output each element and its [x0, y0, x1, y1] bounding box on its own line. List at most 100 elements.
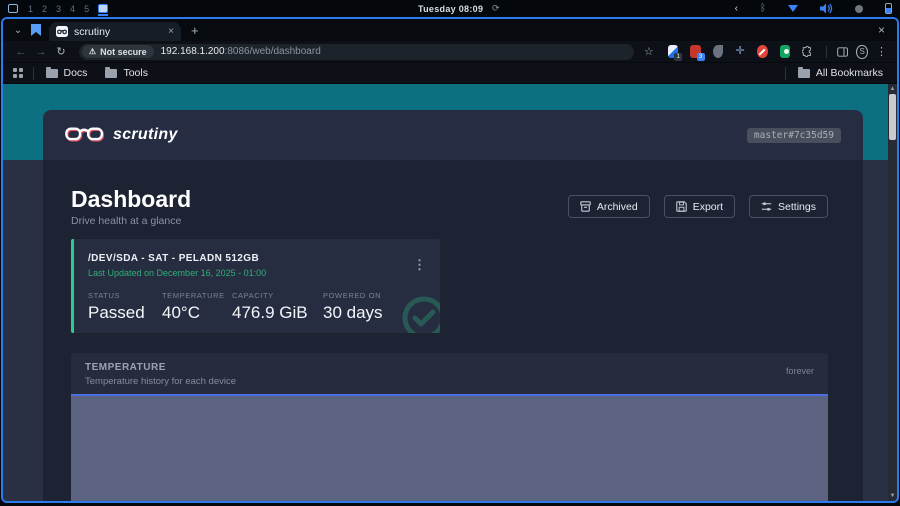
archived-label: Archived: [597, 201, 638, 213]
temperature-title: TEMPERATURE: [85, 362, 236, 373]
forward-icon[interactable]: →: [33, 46, 49, 58]
extension-icon-green[interactable]: [780, 45, 790, 58]
archive-icon: [580, 201, 591, 212]
bookmark-folder-docs[interactable]: Docs: [46, 67, 88, 79]
version-badge: master#7c35d59: [747, 128, 841, 143]
refresh-icon[interactable]: ⟳: [492, 3, 500, 14]
app-header: scrutiny master#7c35d59: [43, 110, 863, 160]
extension-badge-1: 1: [674, 53, 682, 61]
new-tab-icon[interactable]: +: [191, 23, 199, 38]
toolbar-actions: Archived Export: [568, 195, 828, 218]
window-close-icon[interactable]: ×: [878, 23, 885, 37]
temperature-panel: TEMPERATURE Temperature history for each…: [71, 353, 828, 501]
security-chip[interactable]: ⚠ Not secure: [82, 45, 154, 58]
bookmark-label: Tools: [123, 67, 148, 79]
bookmarks-divider: [785, 67, 786, 80]
browser-menu-icon[interactable]: ⋮: [876, 45, 887, 58]
stat-label: POWERED ON: [323, 291, 383, 300]
all-bookmarks[interactable]: All Bookmarks: [798, 67, 883, 79]
brand-name: scrutiny: [113, 126, 178, 144]
workspace-2[interactable]: 2: [42, 4, 47, 14]
status-circle-icon[interactable]: [855, 5, 863, 13]
stat-value-powered-on: 30 days: [323, 303, 383, 323]
extension-icon-blocker[interactable]: [757, 45, 767, 58]
device-stats: STATUS Passed TEMPERATURE 40°C CAPACITY …: [88, 291, 426, 323]
extension-badge-2: 3: [697, 53, 705, 61]
settings-label: Settings: [778, 201, 816, 213]
volume-icon[interactable]: [820, 3, 833, 14]
bookmark-label: Docs: [64, 67, 88, 79]
battery-icon[interactable]: [885, 3, 892, 14]
browser-window: ⌄ scrutiny × + × ← → ↻: [1, 17, 899, 503]
temperature-subtitle: Temperature history for each device: [85, 376, 236, 387]
tune-sliders-icon: [761, 201, 772, 212]
workspace-active-indicator[interactable]: [98, 4, 108, 13]
page-viewport: scrutiny master#7c35d59 Dashboard Drive …: [3, 84, 897, 501]
page-title: Dashboard: [71, 186, 191, 212]
workspace-layout-icon[interactable]: [8, 4, 18, 13]
temperature-panel-header: TEMPERATURE Temperature history for each…: [71, 353, 828, 394]
bluetooth-icon[interactable]: ᛒ: [760, 4, 766, 14]
browser-toolbar: ← → ↻ ⚠ Not secure 192.168.1.200:8086/we…: [3, 41, 897, 63]
device-card[interactable]: /DEV/SDA - SAT - PELADN 512GB Last Updat…: [71, 239, 440, 333]
back-icon[interactable]: ←: [13, 46, 29, 58]
app-container: scrutiny master#7c35d59 Dashboard Drive …: [43, 110, 863, 501]
chevron-left-icon[interactable]: ‹: [735, 4, 738, 14]
extension-icon-feather[interactable]: [713, 45, 723, 58]
device-title: /DEV/SDA - SAT - PELADN 512GB: [88, 253, 426, 264]
bookmarks-bar: Docs Tools All Bookmarks: [3, 63, 897, 84]
extension-icon-2[interactable]: 3: [690, 45, 700, 58]
stat-label: STATUS: [88, 291, 162, 300]
glasses-logo-icon: [65, 125, 105, 145]
app-main: Dashboard Drive health at a glance Archi…: [43, 160, 863, 501]
stat-value-status: Passed: [88, 303, 162, 323]
bookmark-star-icon[interactable]: ☆: [644, 45, 654, 58]
scrutiny-logo[interactable]: scrutiny: [65, 125, 178, 145]
profile-avatar-icon[interactable]: S: [856, 45, 868, 59]
reload-icon[interactable]: ↻: [53, 45, 69, 58]
extension-icon-cross[interactable]: ✛: [735, 45, 745, 58]
device-menu-kebab-icon[interactable]: ⋮: [413, 257, 426, 273]
tab-title: scrutiny: [74, 26, 162, 38]
archived-button[interactable]: Archived: [568, 195, 650, 218]
page-scrollbar[interactable]: ▲ ▼: [888, 84, 897, 501]
scrollbar-down-icon[interactable]: ▼: [890, 491, 896, 501]
stat-value-temperature: 40°C: [162, 303, 232, 323]
workspace-3[interactable]: 3: [56, 4, 61, 14]
bookmark-flag-icon[interactable]: [31, 24, 41, 36]
tab-search-chevron-icon[interactable]: ⌄: [9, 25, 27, 36]
scrollbar-up-icon[interactable]: ▲: [890, 84, 896, 94]
extensions-puzzle-icon[interactable]: [802, 45, 812, 58]
extension-icon-1[interactable]: 1: [668, 45, 678, 58]
stat-value-capacity: 476.9 GiB: [232, 303, 323, 323]
workspace-5[interactable]: 5: [84, 4, 89, 14]
page-subtitle: Drive health at a glance: [71, 215, 191, 227]
workspace-4[interactable]: 4: [70, 4, 75, 14]
scrollbar-thumb[interactable]: [889, 94, 896, 140]
export-button[interactable]: Export: [664, 195, 735, 218]
save-icon: [676, 201, 687, 212]
tab-scrutiny[interactable]: scrutiny ×: [49, 22, 181, 41]
folder-icon: [798, 69, 810, 78]
all-bookmarks-label: All Bookmarks: [816, 67, 883, 79]
system-bar: 1 2 3 4 5 Tuesday 08:09 ⟳ ‹ ᛒ: [0, 0, 900, 17]
tab-close-icon[interactable]: ×: [168, 26, 174, 37]
apps-grid-icon[interactable]: [13, 68, 23, 78]
device-last-updated: Last Updated on December 16, 2025 - 01:0…: [88, 268, 426, 278]
security-chip-label: Not secure: [100, 47, 147, 57]
stat-label: CAPACITY: [232, 291, 323, 300]
url-host: 192.168.1.200: [161, 46, 225, 57]
url-text: 192.168.1.200:8086/web/dashboard: [161, 46, 321, 57]
clock: Tuesday 08:09: [418, 4, 483, 14]
page-head: Dashboard Drive health at a glance Archi…: [71, 186, 828, 230]
bookmark-folder-tools[interactable]: Tools: [105, 67, 148, 79]
temperature-range-selector[interactable]: forever: [786, 366, 814, 376]
workspace-1[interactable]: 1: [28, 4, 33, 14]
temperature-chart-area: [71, 394, 828, 501]
warning-icon: ⚠: [89, 47, 96, 56]
side-panel-icon[interactable]: [837, 46, 848, 58]
address-bar[interactable]: ⚠ Not secure 192.168.1.200:8086/web/dash…: [79, 44, 634, 60]
check-circle-icon: [401, 295, 440, 333]
settings-button[interactable]: Settings: [749, 195, 828, 218]
dropdown-triangle-icon[interactable]: [788, 5, 798, 12]
